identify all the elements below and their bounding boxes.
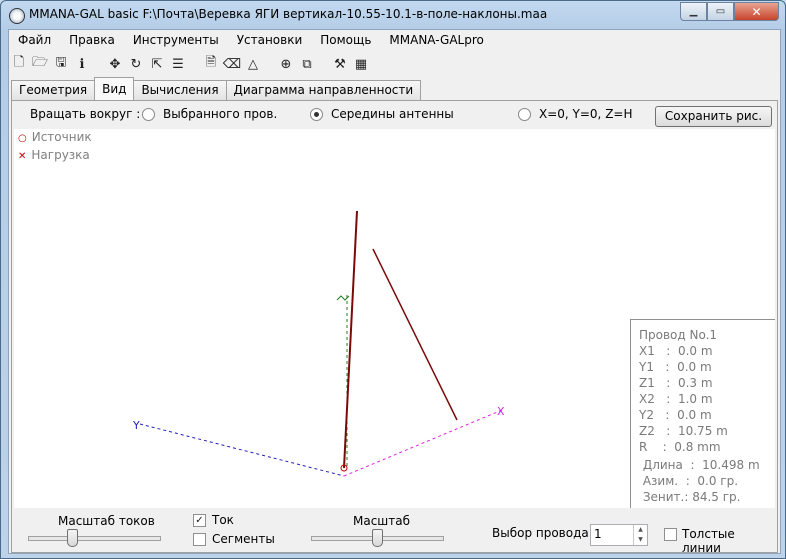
sliders-icon[interactable]: ☰ bbox=[168, 54, 188, 74]
info-z1: Z1 : 0.3 m bbox=[639, 376, 713, 390]
segments-checkbox[interactable] bbox=[193, 533, 206, 546]
x-axis-line bbox=[343, 409, 503, 477]
info-y2: Y2 : 0.0 m bbox=[639, 408, 712, 422]
open-folder-icon[interactable]: 🗁 bbox=[30, 54, 50, 74]
rotate-icon[interactable]: ↻ bbox=[126, 54, 146, 74]
scale-thumb[interactable] bbox=[372, 529, 383, 547]
info-title: Провод No.1 bbox=[639, 328, 718, 342]
client-area: Файл Правка Инструменты Установки Помощь… bbox=[8, 29, 781, 555]
tab-pattern[interactable]: Диаграмма направленности bbox=[225, 80, 422, 100]
x-axis-label: X bbox=[497, 405, 505, 418]
wire-select-value[interactable]: 1 bbox=[594, 527, 602, 541]
info-x2: X2 : 1.0 m bbox=[639, 392, 713, 406]
radio-label: X=0, Y=0, Z=H bbox=[539, 107, 633, 121]
view-panel: Вращать вокруг : Выбранного пров. Середи… bbox=[11, 100, 778, 555]
rotate-bar: Вращать вокруг : Выбранного пров. Середи… bbox=[12, 101, 777, 127]
window-title: MMANA-GAL basic F:\Почта\Веревка ЯГИ вер… bbox=[29, 7, 548, 21]
tab-strip: Геометрия Вид Вычисления Диаграмма напра… bbox=[11, 77, 422, 100]
wire-info-box: Провод No.1 X1 : 0.0 m Y1 : 0.0 m Z1 : 0… bbox=[630, 319, 775, 508]
close-button[interactable]: ✕ bbox=[734, 2, 779, 21]
target-icon[interactable]: ⊕ bbox=[276, 54, 296, 74]
info-y1: Y1 : 0.0 m bbox=[639, 360, 712, 374]
menu-settings[interactable]: Установки bbox=[228, 30, 312, 50]
menu-help[interactable]: Помощь bbox=[311, 30, 380, 50]
menu-pro[interactable]: MMANA-GALpro bbox=[380, 30, 492, 50]
spin-down-icon[interactable]: ▼ bbox=[634, 535, 647, 545]
thick-lines-label: Толстые линии bbox=[682, 527, 735, 555]
y-axis-line bbox=[139, 423, 345, 477]
scale-icon[interactable]: ⇱ bbox=[147, 54, 167, 74]
tab-view[interactable]: Вид bbox=[94, 77, 135, 100]
title-bar: MMANA-GAL basic F:\Почта\Веревка ЯГИ вер… bbox=[1, 1, 785, 29]
info-zenith: Зенит.: 84.5 гр. bbox=[639, 490, 741, 504]
wire-2 bbox=[372, 248, 458, 421]
radio-label: Выбранного пров. bbox=[163, 107, 278, 121]
info-z2: Z2 : 10.75 m bbox=[639, 424, 728, 438]
move-icon[interactable]: ✥ bbox=[105, 54, 125, 74]
document-icon[interactable]: 🗎 bbox=[201, 54, 221, 74]
current-scale-label: Масштаб токов bbox=[58, 514, 155, 528]
antenna-view-canvas[interactable]: ○ Источник ✕ Нагрузка Y X Провод No.1 X1… bbox=[14, 129, 775, 508]
menu-bar: Файл Правка Инструменты Установки Помощь… bbox=[9, 30, 780, 50]
radio-circle[interactable] bbox=[142, 107, 155, 121]
copy-icon[interactable]: ⧉ bbox=[297, 54, 317, 74]
eraser-icon[interactable]: ⌫ bbox=[222, 54, 242, 74]
info-icon[interactable]: ℹ bbox=[72, 54, 92, 74]
menu-edit[interactable]: Правка bbox=[60, 30, 124, 50]
minimize-button[interactable]: ▁ bbox=[680, 2, 707, 21]
radio-circle[interactable] bbox=[518, 107, 531, 121]
radio-circle[interactable] bbox=[310, 107, 323, 121]
toolbar: 🗋 🗁 🖫 ℹ ✥ ↻ ⇱ ☰ 🗎 ⌫ △ ⊕ ⧉ ⚒ ▦ bbox=[9, 52, 780, 76]
y-axis-label: Y bbox=[132, 419, 140, 432]
app-icon bbox=[9, 8, 25, 24]
wire-select-spinner[interactable]: 1 ▲ ▼ bbox=[590, 524, 648, 546]
current-label: Ток bbox=[212, 513, 234, 527]
tools-icon[interactable]: ⚒ bbox=[330, 54, 350, 74]
tab-geometry[interactable]: Геометрия bbox=[11, 80, 96, 100]
menu-file[interactable]: Файл bbox=[9, 30, 60, 50]
radio-label: Середины антенны bbox=[331, 107, 454, 121]
save-picture-button[interactable]: Сохранить рис. bbox=[655, 106, 772, 127]
current-scale-thumb[interactable] bbox=[67, 529, 78, 547]
save-icon[interactable]: 🖫 bbox=[51, 54, 71, 74]
menu-tools[interactable]: Инструменты bbox=[124, 30, 228, 50]
wire-1 bbox=[343, 210, 358, 469]
radio-selected-wire[interactable]: Выбранного пров. bbox=[142, 107, 277, 121]
info-azimuth: Азим. : 0.0 гр. bbox=[639, 474, 739, 488]
wire-select-label: Выбор провода bbox=[492, 526, 589, 540]
segments-label: Сегменты bbox=[212, 532, 275, 546]
bottom-controls: Масштаб токов ✓ Ток Сегменты Масштаб Выб… bbox=[12, 509, 777, 555]
current-scale-slider[interactable] bbox=[28, 536, 161, 541]
app-window: MMANA-GAL basic F:\Почта\Веревка ЯГИ вер… bbox=[0, 0, 786, 559]
triangle-icon[interactable]: △ bbox=[243, 54, 263, 74]
scale-label: Масштаб bbox=[353, 514, 411, 528]
radio-origin[interactable]: X=0, Y=0, Z=H bbox=[518, 107, 633, 121]
current-checkbox[interactable]: ✓ bbox=[193, 514, 206, 527]
thick-lines-checkbox[interactable] bbox=[664, 528, 677, 541]
info-length: Длина : 10.498 m bbox=[639, 458, 760, 472]
maximize-button[interactable]: ▭ bbox=[707, 2, 734, 21]
calculator-icon[interactable]: ▦ bbox=[351, 54, 371, 74]
info-radius: R : 0.8 mm bbox=[639, 440, 721, 454]
new-file-icon[interactable]: 🗋 bbox=[9, 54, 29, 74]
rotate-label: Вращать вокруг : bbox=[30, 107, 141, 121]
info-x1: X1 : 0.0 m bbox=[639, 344, 713, 358]
tab-calculations[interactable]: Вычисления bbox=[133, 80, 227, 100]
spin-up-icon[interactable]: ▲ bbox=[634, 525, 647, 535]
radio-antenna-center[interactable]: Середины антенны bbox=[310, 107, 454, 121]
